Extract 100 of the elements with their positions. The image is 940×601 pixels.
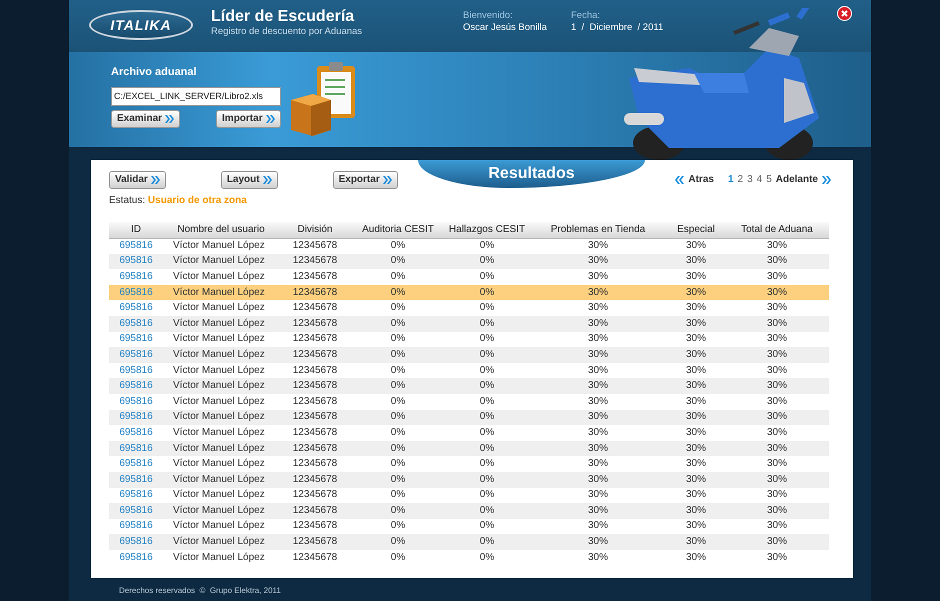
table-cell: 0% <box>351 378 445 394</box>
id-link[interactable]: 695816 <box>109 362 163 378</box>
table-cell: 0% <box>351 472 445 488</box>
table-cell: 30% <box>667 347 725 363</box>
page-link[interactable]: 2 <box>738 172 744 187</box>
id-link[interactable]: 695816 <box>109 254 163 270</box>
table-cell: 0% <box>445 550 529 566</box>
table-cell: 0% <box>445 332 529 348</box>
table-cell: 0% <box>445 300 529 316</box>
table-cell: Víctor Manuel López <box>163 518 279 534</box>
logo: ITALIKA <box>89 10 193 40</box>
table-cell: Víctor Manuel López <box>163 238 279 254</box>
id-link[interactable]: 695816 <box>109 550 163 566</box>
table-cell: 30% <box>529 456 667 472</box>
table-cell: 0% <box>351 300 445 316</box>
clipboard-box-icon <box>289 60 357 138</box>
app-title: Líder de Escudería <box>211 8 356 26</box>
table-cell: 30% <box>725 347 829 363</box>
table-cell: 30% <box>725 425 829 441</box>
table-cell: 0% <box>351 425 445 441</box>
table-cell: 0% <box>351 440 445 456</box>
table-cell: Víctor Manuel López <box>163 440 279 456</box>
table-cell: 0% <box>445 410 529 426</box>
table-cell: 12345678 <box>279 534 351 550</box>
id-link[interactable]: 695816 <box>109 378 163 394</box>
chevron-icon <box>165 115 174 124</box>
table-cell: 30% <box>725 332 829 348</box>
next-icon[interactable] <box>822 176 831 184</box>
table-cell: Víctor Manuel López <box>163 284 279 300</box>
prev-icon[interactable] <box>675 176 684 184</box>
table-cell: 12345678 <box>279 550 351 566</box>
id-link[interactable]: 695816 <box>109 347 163 363</box>
table-cell: Víctor Manuel López <box>163 488 279 504</box>
page-link[interactable]: 5 <box>766 172 772 187</box>
table-cell: 30% <box>529 238 667 254</box>
table-cell: 0% <box>351 534 445 550</box>
id-link[interactable]: 695816 <box>109 472 163 488</box>
id-link[interactable]: 695816 <box>109 332 163 348</box>
table-cell: 30% <box>725 238 829 254</box>
prev-link[interactable]: Atras <box>688 172 714 187</box>
table-cell: 30% <box>725 300 829 316</box>
table-cell: 0% <box>445 425 529 441</box>
table-cell: 0% <box>445 269 529 285</box>
table-cell: 30% <box>725 503 829 519</box>
id-link[interactable]: 695816 <box>109 284 163 300</box>
id-link[interactable]: 695816 <box>109 456 163 472</box>
table-cell: 30% <box>667 550 725 566</box>
action-button[interactable]: Examinar <box>111 110 180 128</box>
id-link[interactable]: 695816 <box>109 300 163 316</box>
table-cell: 0% <box>445 503 529 519</box>
table-cell: Víctor Manuel López <box>163 332 279 348</box>
table-cell: 12345678 <box>279 440 351 456</box>
table-cell: 30% <box>529 440 667 456</box>
table-cell: 0% <box>445 238 529 254</box>
action-button[interactable]: Exportar <box>332 171 398 189</box>
id-link[interactable]: 695816 <box>109 316 163 332</box>
id-link[interactable]: 695816 <box>109 518 163 534</box>
chevron-icon <box>262 176 272 184</box>
table-cell: Víctor Manuel López <box>163 394 279 410</box>
column-header: Nombre del usuario <box>163 222 279 238</box>
table-cell: 30% <box>529 362 667 378</box>
table-cell: 0% <box>351 238 445 254</box>
table-cell: 30% <box>667 300 725 316</box>
id-link[interactable]: 695816 <box>109 410 163 426</box>
next-link[interactable]: Adelante <box>776 172 818 187</box>
id-link[interactable]: 695816 <box>109 269 163 285</box>
page-link[interactable]: 3 <box>747 172 753 187</box>
chevron-icon <box>266 115 275 124</box>
file-path-field[interactable]: C:/EXCEL_LINK_SERVER/Libro2.xls <box>111 86 281 106</box>
table-cell: 30% <box>529 300 667 316</box>
page-link[interactable]: 4 <box>756 172 762 187</box>
table-cell: 0% <box>445 316 529 332</box>
table-cell: 0% <box>445 284 529 300</box>
table-cell: 30% <box>667 488 725 504</box>
table-cell: 30% <box>529 254 667 270</box>
id-link[interactable]: 695816 <box>109 503 163 519</box>
table-cell: 0% <box>445 394 529 410</box>
table-cell: 30% <box>667 378 725 394</box>
id-link[interactable]: 695816 <box>109 425 163 441</box>
id-link[interactable]: 695816 <box>109 488 163 504</box>
table-cell: 30% <box>667 316 725 332</box>
id-link[interactable]: 695816 <box>109 238 163 254</box>
chevron-icon <box>150 176 160 184</box>
id-link[interactable]: 695816 <box>109 534 163 550</box>
page-link[interactable]: 1 <box>728 172 734 187</box>
action-button[interactable]: Validar <box>109 171 166 189</box>
id-link[interactable]: 695816 <box>109 440 163 456</box>
action-button[interactable]: Importar <box>216 110 281 128</box>
table-cell: 30% <box>725 410 829 426</box>
id-link[interactable]: 695816 <box>109 394 163 410</box>
column-header: Hallazgos CESIT <box>445 222 529 238</box>
table-cell: 30% <box>529 518 667 534</box>
table-cell: 30% <box>667 238 725 254</box>
table-cell: 0% <box>351 269 445 285</box>
table-cell: 30% <box>667 472 725 488</box>
table-cell: 30% <box>667 518 725 534</box>
action-button[interactable]: Layout <box>220 171 278 189</box>
table-cell: 30% <box>529 347 667 363</box>
close-icon[interactable] <box>837 6 852 21</box>
table-cell: 0% <box>351 347 445 363</box>
